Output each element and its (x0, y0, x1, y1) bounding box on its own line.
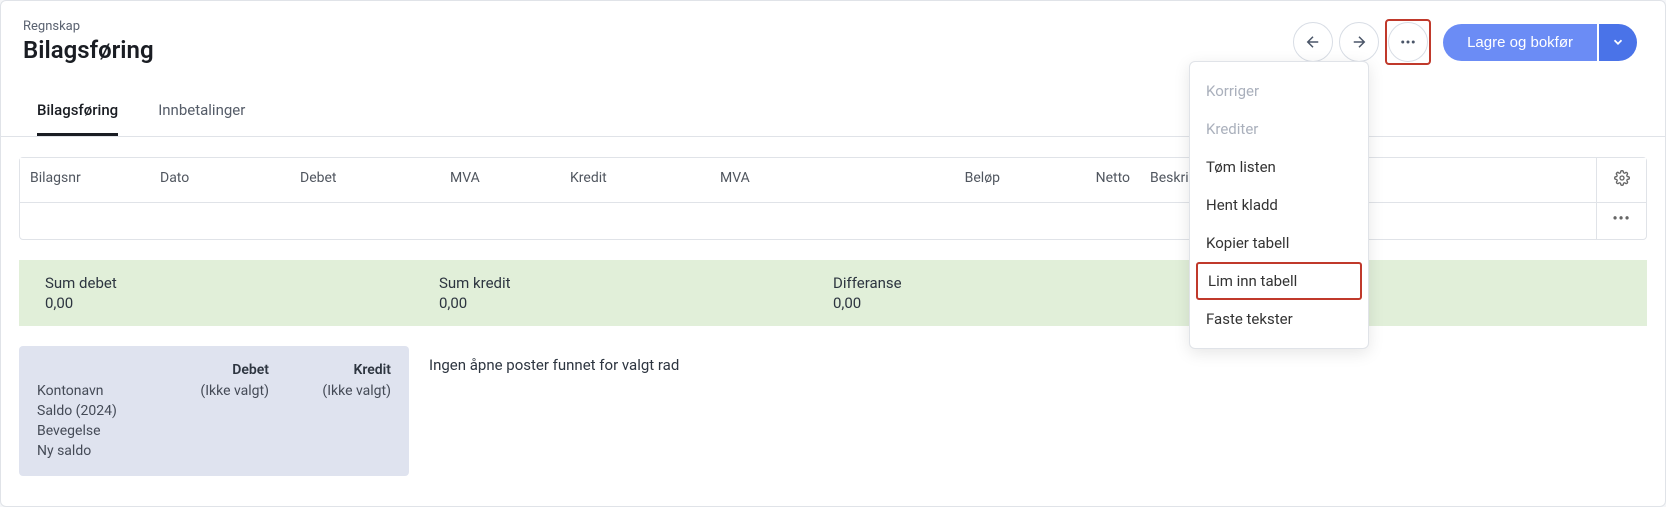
summary-differanse: Differanse 0,00 (833, 274, 1227, 312)
more-actions-menu: Korriger Krediter Tøm listen Hent kladd … (1189, 61, 1369, 349)
summary-sum-kredit: Sum kredit 0,00 (439, 274, 833, 312)
col-netto: Netto (1010, 158, 1140, 202)
tab-innbetalinger[interactable]: Innbetalinger (158, 89, 245, 136)
col-mva2: MVA (710, 158, 860, 202)
table-row[interactable]: ••• (20, 203, 1646, 239)
info-kredit-value: (Ikke valgt) (271, 382, 391, 400)
col-bilagsnr: Bilagsnr (20, 158, 150, 202)
col-belop: Beløp (860, 158, 1010, 202)
col-mva1: MVA (440, 158, 560, 202)
bottom-panels: Debet Kredit Kontonavn (Ikke valgt) (Ikk… (19, 346, 1647, 476)
page-title: Bilagsføring (23, 36, 154, 64)
table-header-row: Bilagsnr Dato Debet MVA Kredit MVA Beløp… (20, 158, 1646, 203)
summary-label: Differanse (833, 274, 1227, 292)
back-button[interactable] (1293, 22, 1333, 62)
breadcrumb: Regnskap (23, 19, 154, 34)
tabs: Bilagsføring Innbetalinger (1, 89, 1665, 137)
arrow-right-icon (1350, 33, 1368, 51)
account-info-box: Debet Kredit Kontonavn (Ikke valgt) (Ikk… (19, 346, 409, 476)
primary-action-split: Lagre og bokfør (1443, 24, 1637, 61)
summary-value: 0,00 (833, 294, 1227, 312)
summary-value: 0,00 (439, 294, 833, 312)
more-horizontal-icon (1399, 33, 1417, 51)
summary-label: Sum kredit (439, 274, 833, 292)
open-posts-message: Ingen åpne poster funnet for valgt rad (429, 346, 1647, 476)
info-row-ny-saldo: Ny saldo (37, 442, 147, 460)
menu-item-faste-tekster[interactable]: Faste tekster (1190, 300, 1368, 338)
menu-item-tom-listen[interactable]: Tøm listen (1190, 148, 1368, 186)
arrow-left-icon (1304, 33, 1322, 51)
cell-netto[interactable] (1010, 203, 1140, 239)
chevron-down-icon (1611, 35, 1625, 49)
col-kredit: Kredit (560, 158, 710, 202)
info-row-saldo: Saldo (2024) (37, 402, 147, 420)
cell-dato[interactable] (150, 203, 290, 239)
col-debet: Debet (290, 158, 440, 202)
table-settings-button[interactable] (1596, 158, 1646, 202)
cell-belop[interactable] (860, 203, 1010, 239)
info-col-kredit: Kredit (271, 362, 391, 380)
entries-table: Bilagsnr Dato Debet MVA Kredit MVA Beløp… (19, 157, 1647, 240)
app-window: Regnskap Bilagsføring Lagre og bokfør (0, 0, 1666, 507)
cell-kredit[interactable] (560, 203, 710, 239)
content-area: Bilagsnr Dato Debet MVA Kredit MVA Beløp… (1, 137, 1665, 496)
save-and-post-button[interactable]: Lagre og bokfør (1443, 24, 1597, 61)
menu-item-hent-kladd[interactable]: Hent kladd (1190, 186, 1368, 224)
more-actions-button[interactable] (1388, 22, 1428, 62)
info-col-debet: Debet (149, 362, 269, 380)
more-horizontal-icon: ••• (1612, 211, 1630, 227)
summary-bar: Sum debet 0,00 Sum kredit 0,00 Differans… (19, 260, 1647, 326)
cell-debet[interactable] (290, 203, 440, 239)
primary-action-dropdown-button[interactable] (1599, 24, 1637, 61)
row-more-button[interactable]: ••• (1596, 203, 1646, 239)
tab-bilagsforing[interactable]: Bilagsføring (37, 89, 118, 136)
cell-mva1[interactable] (440, 203, 560, 239)
menu-item-korriger: Korriger (1190, 72, 1368, 110)
summary-label: Sum debet (45, 274, 439, 292)
info-row-kontonavn: Kontonavn (37, 382, 147, 400)
page-header: Regnskap Bilagsføring Lagre og bokfør (1, 1, 1665, 79)
summary-value: 0,00 (45, 294, 439, 312)
menu-item-krediter: Krediter (1190, 110, 1368, 148)
info-debet-value: (Ikke valgt) (149, 382, 269, 400)
info-row-bevegelse: Bevegelse (37, 422, 147, 440)
forward-button[interactable] (1339, 22, 1379, 62)
cell-bilagsnr[interactable] (20, 203, 150, 239)
more-button-highlight (1385, 19, 1431, 65)
menu-item-lim-inn-tabell[interactable]: Lim inn tabell (1196, 262, 1362, 300)
menu-item-kopier-tabell[interactable]: Kopier tabell (1190, 224, 1368, 262)
cell-mva2[interactable] (710, 203, 860, 239)
summary-sum-debet: Sum debet 0,00 (45, 274, 439, 312)
col-dato: Dato (150, 158, 290, 202)
gear-icon (1614, 170, 1630, 186)
